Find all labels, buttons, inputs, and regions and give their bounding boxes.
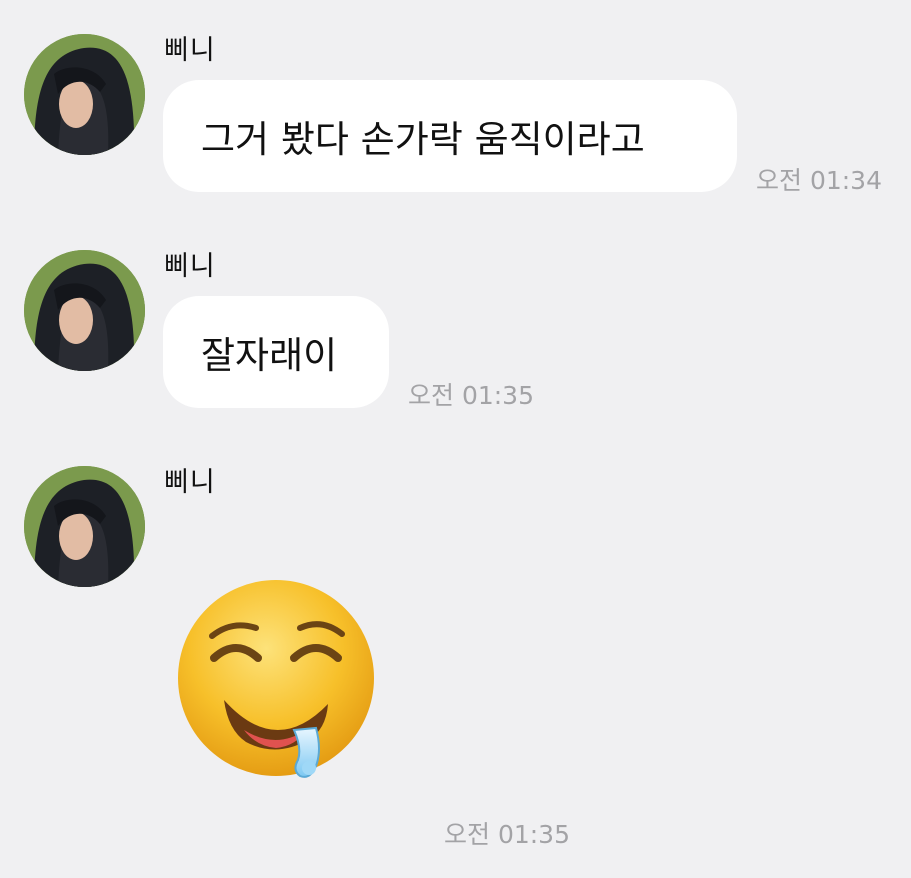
drooling-face-emoji[interactable] [176,580,380,784]
sender-name: 삐니 [164,467,216,498]
avatar[interactable] [24,466,145,587]
message-text: 그거 봤다 손가락 움직이라고 [201,118,645,161]
sender-name: 삐니 [164,251,216,282]
sender-name: 삐니 [164,35,216,66]
message-text: 잘자래이 [201,334,338,377]
avatar[interactable] [24,34,145,155]
message-bubble[interactable]: 잘자래이 [163,296,389,408]
avatar[interactable] [24,250,145,371]
message-bubble[interactable]: 그거 봤다 손가락 움직이라고 [163,80,737,192]
message-timestamp: 오전 01:35 [444,820,570,849]
message-timestamp: 오전 01:34 [756,166,882,195]
message-timestamp: 오전 01:35 [408,381,534,410]
